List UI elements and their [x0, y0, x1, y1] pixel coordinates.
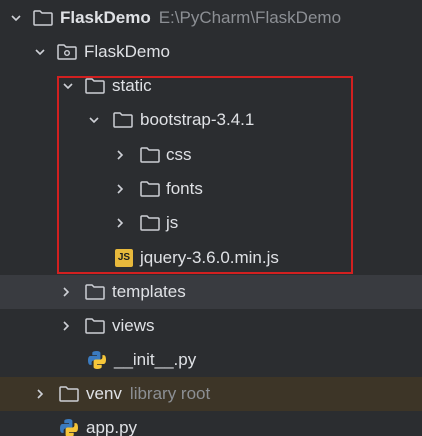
- tree-row-init-py[interactable]: __init__.py: [0, 343, 422, 377]
- folder-icon: [58, 383, 80, 405]
- library-root-hint: library root: [129, 384, 211, 403]
- project-tree: FlaskDemo E:\PyCharm\FlaskDemo FlaskDemo …: [0, 0, 422, 436]
- tree-row-templates[interactable]: templates: [0, 275, 422, 309]
- chevron-right-icon[interactable]: [112, 172, 128, 206]
- root-folder-name: FlaskDemo: [60, 8, 151, 27]
- chevron-right-icon[interactable]: [58, 309, 74, 343]
- folder-icon: [84, 75, 106, 97]
- tree-item-label: app.py: [86, 418, 138, 436]
- tree-item-label: __init__.py: [114, 350, 197, 369]
- tree-item-label: fonts: [166, 179, 203, 198]
- chevron-right-icon[interactable]: [112, 138, 128, 172]
- tree-row-venv[interactable]: venv library root: [0, 377, 422, 411]
- root-path-hint: E:\PyCharm\FlaskDemo: [158, 8, 342, 27]
- folder-icon: [112, 109, 134, 131]
- chevron-right-icon[interactable]: [32, 377, 48, 411]
- chevron-down-icon[interactable]: [60, 69, 76, 103]
- tree-item-label: FlaskDemo E:\PyCharm\FlaskDemo: [60, 1, 341, 35]
- folder-icon: [139, 178, 161, 200]
- folder-icon: [139, 212, 161, 234]
- python-file-icon: [86, 349, 108, 371]
- tree-row-js-folder[interactable]: js: [0, 206, 422, 240]
- tree-row-jquery[interactable]: JS jquery-3.6.0.min.js: [0, 241, 422, 275]
- python-file-icon: [58, 417, 80, 436]
- chevron-down-icon[interactable]: [8, 1, 24, 35]
- folder-icon: [139, 144, 161, 166]
- chevron-down-icon[interactable]: [86, 103, 102, 137]
- tree-row-static[interactable]: static: [0, 69, 422, 103]
- tree-row-package-flaskdemo[interactable]: FlaskDemo: [0, 35, 422, 69]
- tree-item-label: jquery-3.6.0.min.js: [140, 248, 279, 267]
- tree-item-label: bootstrap-3.4.1: [140, 110, 255, 129]
- tree-item-label: views: [112, 316, 155, 335]
- tree-item-label: FlaskDemo: [84, 42, 170, 61]
- chevron-down-icon[interactable]: [32, 35, 48, 69]
- tree-row-bootstrap[interactable]: bootstrap-3.4.1: [0, 103, 422, 137]
- tree-row-views[interactable]: views: [0, 309, 422, 343]
- javascript-file-icon: JS: [115, 249, 133, 267]
- tree-row-fonts[interactable]: fonts: [0, 172, 422, 206]
- tree-item-label: venv library root: [86, 377, 210, 411]
- tree-item-label: static: [112, 76, 152, 95]
- folder-icon: [32, 7, 54, 29]
- tree-item-label: templates: [112, 282, 186, 301]
- folder-icon: [84, 281, 106, 303]
- tree-row-root-flaskdemo[interactable]: FlaskDemo E:\PyCharm\FlaskDemo: [0, 1, 422, 35]
- tree-row-app-py[interactable]: app.py: [0, 411, 422, 436]
- tree-row-css[interactable]: css: [0, 138, 422, 172]
- chevron-right-icon[interactable]: [112, 206, 128, 240]
- package-folder-icon: [56, 41, 78, 63]
- folder-icon: [84, 315, 106, 337]
- tree-item-label: css: [166, 145, 192, 164]
- tree-item-label: js: [166, 213, 179, 232]
- chevron-right-icon[interactable]: [58, 275, 74, 309]
- venv-folder-name: venv: [86, 384, 122, 403]
